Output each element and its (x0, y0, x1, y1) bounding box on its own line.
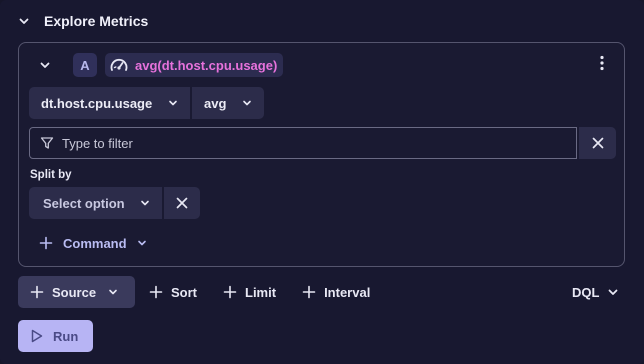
metric-select[interactable]: dt.host.cpu.usage (29, 87, 190, 119)
filter-input[interactable]: Type to filter (29, 127, 577, 159)
plus-icon (302, 285, 316, 299)
query-toolbar: Source Sort Limit Interval (18, 276, 382, 308)
chevron-down-icon (242, 98, 252, 108)
plus-icon (30, 285, 44, 299)
run-label: Run (53, 328, 79, 344)
split-by-placeholder: Select option (43, 195, 125, 211)
plus-icon (39, 236, 53, 250)
filter-placeholder: Type to filter (62, 135, 133, 151)
chevron-down-icon (108, 287, 118, 297)
kebab-menu-icon[interactable] (600, 55, 604, 71)
query-letter-badge: A (73, 53, 97, 77)
run-button[interactable]: Run (18, 320, 93, 352)
metric-select-value: dt.host.cpu.usage (41, 95, 153, 111)
metric-selectors: dt.host.cpu.usage avg (29, 87, 264, 119)
aggregation-select[interactable]: avg (192, 87, 264, 119)
split-by-row: Select option (29, 187, 200, 219)
play-icon (31, 329, 43, 343)
close-icon (176, 197, 188, 209)
chevron-down-icon (140, 198, 150, 208)
clear-filter-button[interactable] (579, 127, 616, 159)
source-label: Source (52, 284, 97, 300)
command-label: Command (63, 235, 127, 251)
metric-expression-pill[interactable]: avg(dt.host.cpu.usage) (105, 53, 284, 77)
page-title: Explore Metrics (44, 13, 149, 29)
chevron-down-icon (607, 286, 619, 298)
add-source-button[interactable]: Source (18, 276, 135, 308)
filter-icon (40, 136, 54, 150)
query-card: A avg(dt.host.cpu.usage) dt.host.cpu.usa… (18, 42, 625, 267)
collapse-query-chevron-icon[interactable] (39, 59, 51, 71)
limit-label: Limit (245, 284, 277, 300)
close-icon (592, 137, 604, 149)
explore-metrics-panel: Explore Metrics A avg(dt.host.cpu.usage) (0, 0, 644, 364)
aggregation-select-value: avg (204, 95, 227, 111)
plus-icon (223, 285, 237, 299)
add-interval-button[interactable]: Interval (290, 276, 382, 308)
clear-split-by-button[interactable] (164, 187, 200, 219)
sort-label: Sort (171, 284, 197, 300)
chevron-down-icon (137, 238, 147, 248)
interval-label: Interval (324, 284, 371, 300)
add-command-button[interactable]: Command (39, 232, 147, 254)
gauge-icon (109, 57, 129, 73)
dql-label: DQL (572, 284, 600, 300)
filter-row: Type to filter (29, 127, 616, 159)
add-limit-button[interactable]: Limit (211, 276, 288, 308)
chevron-down-icon (168, 98, 178, 108)
plus-icon (149, 285, 163, 299)
split-by-label: Split by (30, 169, 72, 181)
dql-toggle[interactable]: DQL (572, 280, 619, 304)
panel-header: Explore Metrics (18, 10, 148, 32)
split-by-select[interactable]: Select option (29, 187, 162, 219)
add-sort-button[interactable]: Sort (137, 276, 209, 308)
chevron-down-icon[interactable] (18, 15, 30, 27)
query-header-row: A avg(dt.host.cpu.usage) (39, 53, 284, 77)
metric-expression-label: avg(dt.host.cpu.usage) (135, 57, 278, 73)
